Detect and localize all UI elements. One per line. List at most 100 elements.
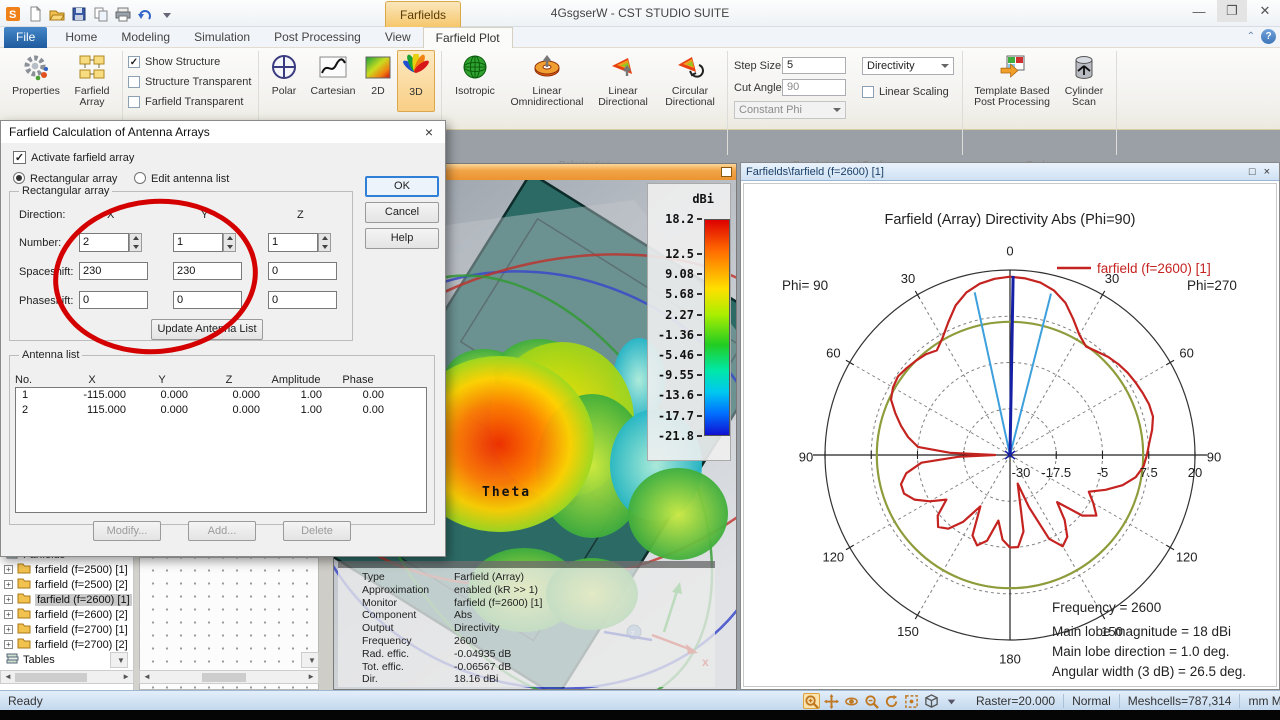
farfield-array-button[interactable]: Farfield Array — [66, 50, 118, 112]
tree-item[interactable]: + farfield (f=2700) [2] — [0, 637, 133, 652]
linear-directional-button[interactable]: Linear Directional — [591, 50, 655, 112]
number-z-spinner[interactable] — [318, 233, 331, 252]
tab-home[interactable]: Home — [53, 27, 109, 48]
number-y-spinner[interactable] — [223, 233, 236, 252]
polar-window-title-bar[interactable]: Farfields\farfield (f=2600) [1] □ × — [741, 163, 1279, 181]
tab-file[interactable]: File — [4, 27, 48, 48]
save-icon[interactable] — [70, 5, 88, 23]
tree-scroll-down-arrow[interactable]: ▼ — [110, 652, 128, 668]
expand-icon[interactable]: + — [4, 625, 13, 634]
linear-omnidirectional-button[interactable]: Linear Omnidirectional — [505, 50, 589, 112]
expand-icon[interactable]: + — [4, 610, 13, 619]
close-button[interactable]: ✕ — [1250, 0, 1280, 22]
collapse-ribbon-icon[interactable]: ⌃ — [1247, 31, 1255, 42]
expand-icon[interactable]: + — [4, 580, 13, 589]
3d-plot-button[interactable]: 3D — [397, 50, 435, 112]
show-structure-checkbox[interactable]: ✓ Show Structure — [128, 56, 220, 68]
tab-view[interactable]: View — [373, 27, 423, 48]
tab-post-processing[interactable]: Post Processing — [262, 27, 373, 48]
zoom-out-icon[interactable] — [863, 693, 880, 709]
tree-item[interactable]: + farfield (f=2600) [2] — [0, 607, 133, 622]
expand-icon[interactable]: + — [4, 565, 13, 574]
activate-farfield-array-checkbox[interactable]: ✓ — [13, 151, 26, 164]
schematic-horizontal-scrollbar[interactable]: ◄ ► — [139, 670, 319, 684]
open-icon[interactable] — [48, 5, 66, 23]
cancel-button[interactable]: Cancel — [365, 202, 439, 223]
antenna-row[interactable]: 1 -115.000 0.000 0.000 1.00 0.00 — [16, 388, 426, 403]
circular-directional-button[interactable]: Circular Directional — [657, 50, 723, 112]
tab-farfield-plot[interactable]: Farfield Plot — [422, 27, 513, 48]
update-antenna-list-button[interactable]: Update Antenna List — [151, 319, 263, 340]
tree-item[interactable]: + farfield (f=2500) [2] — [0, 577, 133, 592]
undo-icon[interactable] — [136, 5, 154, 23]
restore-button[interactable]: ❐ — [1217, 0, 1247, 22]
zoom-in-icon[interactable] — [803, 693, 820, 709]
schematic-scroll-down-arrow[interactable]: ▼ — [301, 652, 319, 668]
tree-item[interactable]: Farfields — [0, 557, 133, 562]
cube-icon[interactable] — [923, 693, 940, 709]
spaceshift-y-input[interactable]: 230 — [173, 262, 242, 280]
dropdown-icon[interactable] — [943, 693, 960, 709]
number-x-input[interactable]: 2 — [79, 233, 129, 252]
cartesian-plot-button[interactable]: Cartesian — [307, 50, 359, 112]
restore-window-icon[interactable] — [721, 167, 732, 177]
spin-icon[interactable] — [883, 693, 900, 709]
help-icon[interactable]: ? — [1261, 29, 1276, 44]
2d-plot-button[interactable]: 2D — [361, 50, 395, 112]
help-button[interactable]: Help — [365, 228, 439, 249]
orbit-icon[interactable] — [843, 693, 860, 709]
properties-button[interactable]: Properties — [8, 50, 64, 112]
delete-button[interactable]: Delete — [283, 521, 351, 541]
polar-plot-area[interactable]: Farfield (Array) Directivity Abs (Phi=90… — [743, 183, 1277, 699]
phaseshift-x-input[interactable]: 0 — [79, 291, 148, 309]
tree-item[interactable]: + farfield (f=2600) [1] — [0, 592, 133, 607]
maximize-icon[interactable]: □ — [1245, 166, 1260, 178]
polar-plot-button[interactable]: Polar — [263, 50, 305, 112]
linear-scaling-checkbox[interactable]: Linear Scaling — [862, 86, 949, 98]
minimize-button[interactable]: — — [1184, 0, 1214, 22]
phaseshift-y-input[interactable]: 0 — [173, 291, 242, 309]
rectangular-array-radio[interactable] — [13, 172, 25, 184]
antenna-row[interactable]: 2 115.000 0.000 0.000 1.00 0.00 — [16, 403, 426, 418]
modify-button[interactable]: Modify... — [93, 521, 161, 541]
info-row: Output Directivity — [338, 622, 715, 635]
add-button[interactable]: Add... — [188, 521, 256, 541]
isotropic-button[interactable]: Isotropic — [447, 50, 503, 112]
expand-icon[interactable]: + — [4, 640, 13, 649]
tree-item[interactable]: + farfield (f=2500) [1] — [0, 562, 133, 577]
ok-button[interactable]: OK — [365, 176, 439, 197]
number-z-input[interactable]: 1 — [268, 233, 318, 252]
close-icon[interactable]: × — [1260, 166, 1274, 178]
farfield-transparent-checkbox[interactable]: Farfield Transparent — [128, 96, 243, 108]
edit-antenna-list-radio[interactable] — [134, 172, 146, 184]
phaseshift-z-input[interactable]: 0 — [268, 291, 337, 309]
cut-angle-input[interactable]: 90 — [782, 79, 846, 96]
phi-mode-dropdown[interactable]: Constant Phi — [734, 101, 846, 119]
pan-icon[interactable] — [823, 693, 840, 709]
circular-directional-icon — [678, 57, 704, 78]
farfield-array-dialog: Farfield Calculation of Antenna Arrays ×… — [0, 120, 446, 557]
more-icon[interactable] — [158, 5, 176, 23]
tab-modeling[interactable]: Modeling — [109, 27, 182, 48]
new-document-icon[interactable] — [26, 5, 44, 23]
spaceshift-z-input[interactable]: 0 — [268, 262, 337, 280]
plot-mode-dropdown[interactable]: Directivity — [862, 57, 954, 75]
antenna-table[interactable]: 1 -115.000 0.000 0.000 1.00 0.00 2 115.000 0.000… — [15, 387, 427, 513]
cylinder-scan-button[interactable]: Cylinder Scan — [1058, 50, 1110, 112]
structure-transparent-checkbox[interactable]: Structure Transparent — [128, 76, 251, 88]
tree-horizontal-scrollbar[interactable]: ◄ ► — [0, 670, 134, 684]
tree-item[interactable]: + farfield (f=2700) [1] — [0, 622, 133, 637]
copy-icon[interactable] — [92, 5, 110, 23]
template-based-post-processing-button[interactable]: Template Based Post Processing — [970, 50, 1054, 112]
number-y-input[interactable]: 1 — [173, 233, 223, 252]
spaceshift-x-input[interactable]: 230 — [79, 262, 148, 280]
close-icon[interactable]: × — [421, 124, 437, 140]
expand-icon[interactable]: + — [4, 595, 13, 604]
cst-logo-icon[interactable]: S — [4, 5, 22, 23]
step-size-label: Step Size: — [734, 60, 785, 72]
number-x-spinner[interactable] — [129, 233, 142, 252]
print-icon[interactable] — [114, 5, 132, 23]
fit-icon[interactable] — [903, 693, 920, 709]
tab-simulation[interactable]: Simulation — [182, 27, 262, 48]
step-size-input[interactable]: 5 — [782, 57, 846, 74]
